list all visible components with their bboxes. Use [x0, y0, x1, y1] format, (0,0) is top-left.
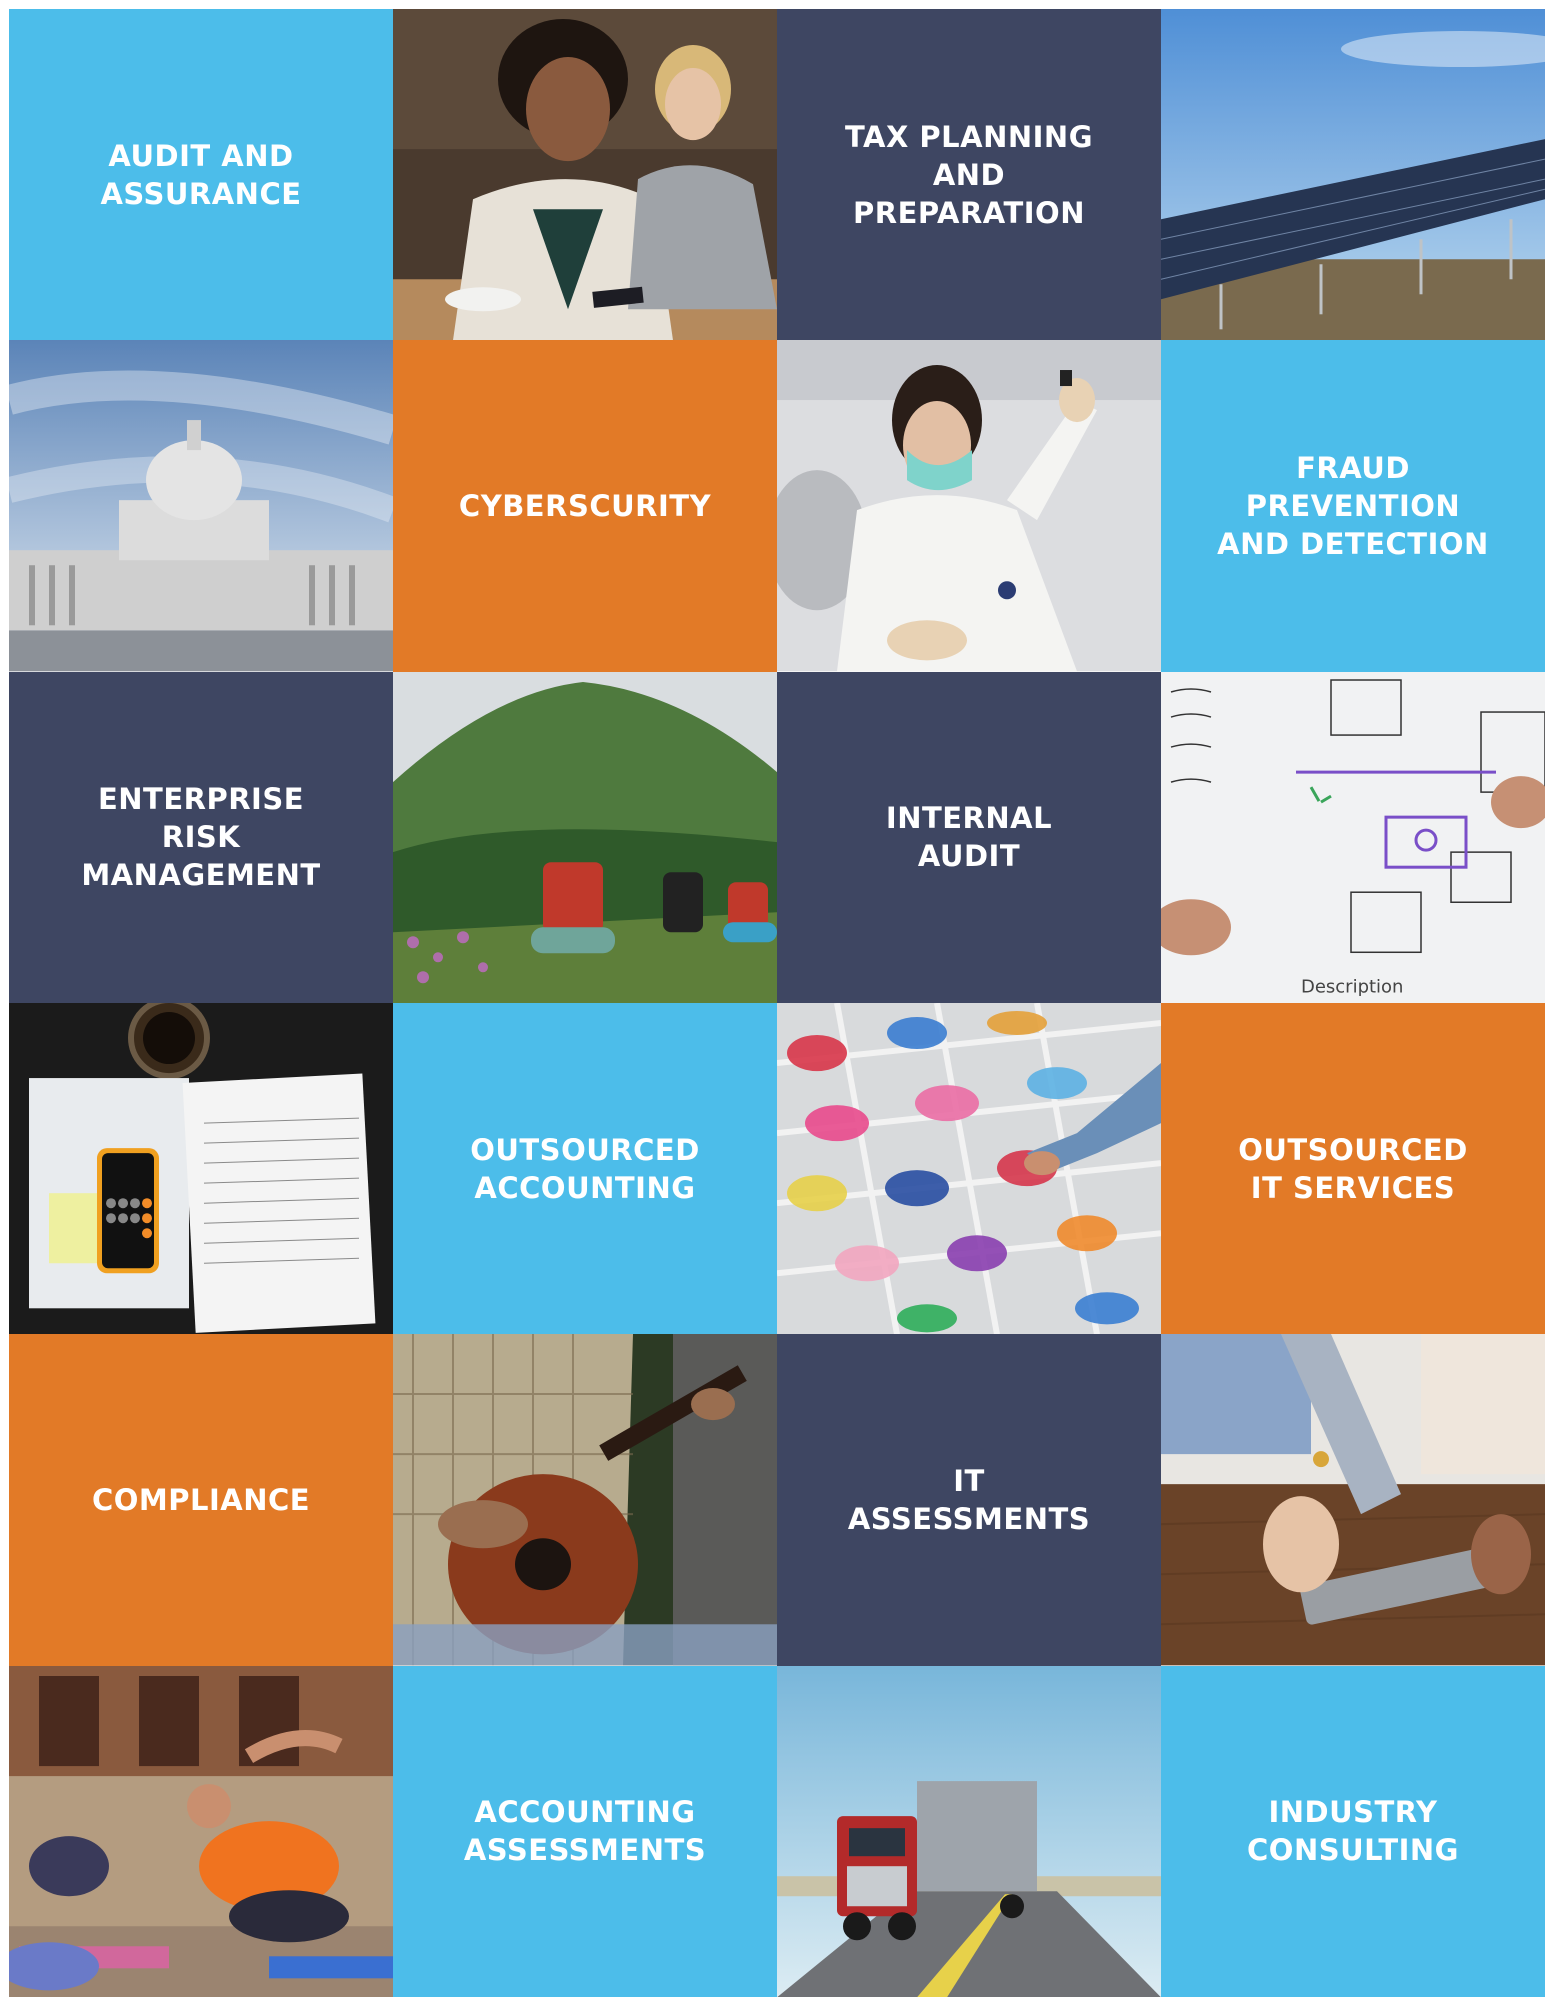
laughing-businesswomen-photo: [393, 9, 777, 341]
service-tile-accounting-assessments[interactable]: ACCOUNTING ASSESSMENTS: [393, 1665, 777, 1997]
service-label: OUTSOURCED IT SERVICES: [1238, 1132, 1468, 1205]
service-tile-tax-planning[interactable]: TAX PLANNING AND PREPARATION: [777, 9, 1161, 341]
yoga-class-photo: [9, 1665, 393, 1997]
service-label: TAX PLANNING AND PREPARATION: [844, 119, 1093, 230]
whiteboard-planning-photo: Description: [1161, 671, 1545, 1003]
service-label: INDUSTRY CONSULTING: [1247, 1795, 1459, 1868]
tax-forms-calculator-photo: [9, 1002, 393, 1335]
service-tile-it-assessments[interactable]: IT ASSESSMENTS: [777, 1334, 1161, 1666]
service-label: OUTSOURCED ACCOUNTING: [470, 1132, 700, 1205]
service-tile-industry-consulting[interactable]: INDUSTRY CONSULTING: [1161, 1665, 1545, 1997]
service-tile-fraud-prevention[interactable]: FRAUD PREVENTION AND DETECTION: [1161, 340, 1545, 672]
service-label: AUDIT AND ASSURANCE: [100, 138, 302, 211]
service-label: INTERNAL AUDIT: [885, 801, 1053, 874]
service-label: ACCOUNTING ASSESSMENTS: [463, 1795, 707, 1868]
guitar-player-photo: [393, 1334, 777, 1666]
services-grid: AUDIT AND ASSURANCE TAX PLANNING AND PRE…: [9, 9, 1545, 1997]
service-tile-compliance[interactable]: COMPLIANCE: [9, 1334, 393, 1666]
tablet-meeting-photo: [1161, 1334, 1545, 1666]
service-tile-audit-assurance[interactable]: AUDIT AND ASSURANCE: [9, 9, 393, 341]
service-tile-enterprise-risk[interactable]: ENTERPRISE RISK MANAGEMENT: [9, 671, 393, 1003]
capitol-building-photo: [9, 340, 393, 672]
service-label: CYBERSCURITY: [458, 488, 712, 523]
service-label: ENTERPRISE RISK MANAGEMENT: [81, 782, 321, 893]
service-label: FRAUD PREVENTION AND DETECTION: [1217, 450, 1489, 561]
service-label: IT ASSESSMENTS: [847, 1463, 1091, 1536]
service-tile-internal-audit[interactable]: INTERNAL AUDIT: [777, 671, 1161, 1003]
service-tile-outsourced-it[interactable]: OUTSOURCED IT SERVICES: [1161, 1002, 1545, 1335]
semi-truck-highway-photo: [777, 1665, 1161, 1997]
solar-panels-photo: [1161, 9, 1545, 341]
service-tile-outsourced-accounting[interactable]: OUTSOURCED ACCOUNTING: [393, 1002, 777, 1335]
mountain-hikers-photo: [393, 671, 777, 1003]
lab-scientist-photo: [777, 340, 1161, 672]
service-tile-cybersecurity[interactable]: CYBERSCURITY: [393, 340, 777, 672]
service-label: COMPLIANCE: [91, 1482, 311, 1517]
candy-bins-photo: [777, 1002, 1161, 1335]
svg-text:Description: Description: [1301, 976, 1403, 997]
